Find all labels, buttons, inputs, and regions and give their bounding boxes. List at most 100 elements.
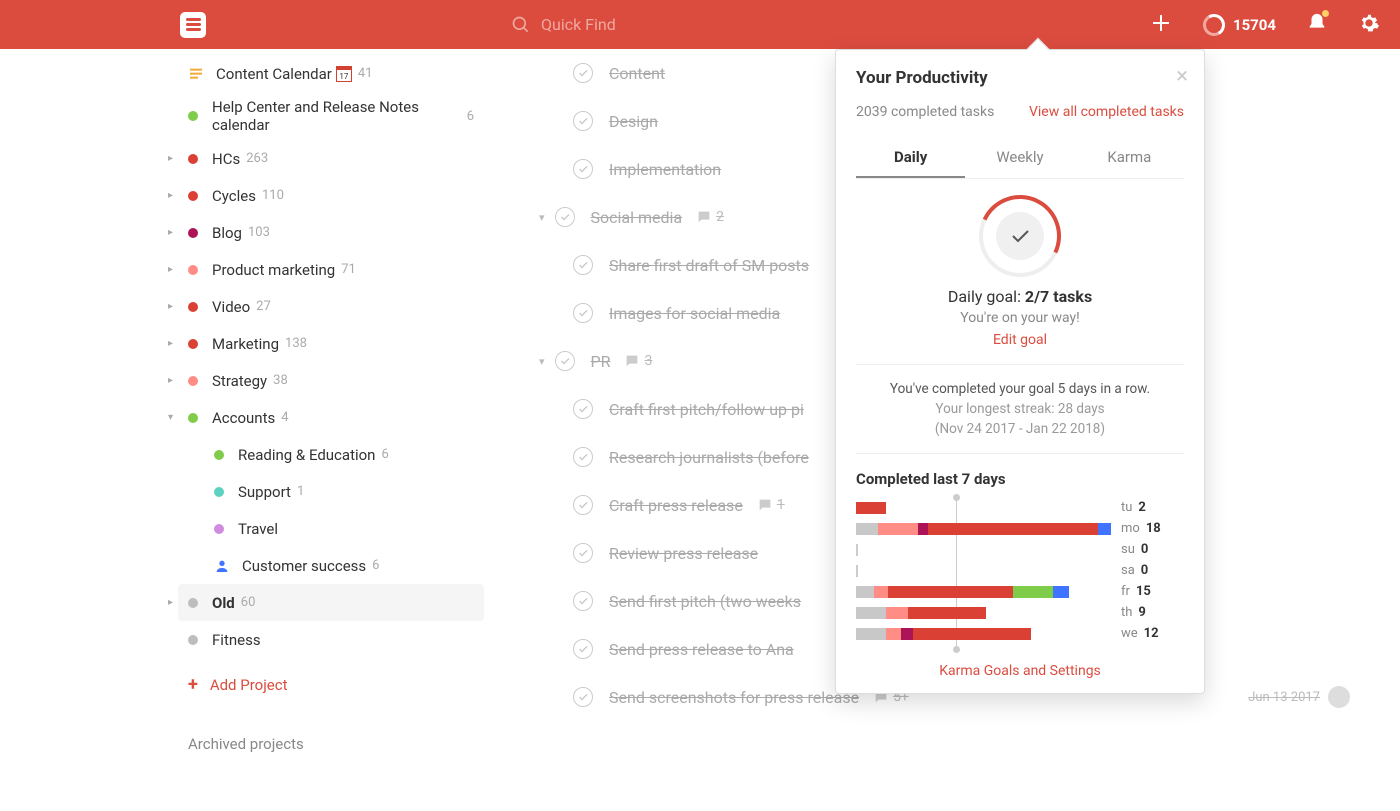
add-task-button[interactable]: [1149, 11, 1173, 39]
comment-count[interactable]: 2: [696, 209, 724, 225]
chevron-right-icon: ▸: [168, 153, 173, 164]
archived-projects-link[interactable]: Archived projects: [178, 705, 484, 783]
chevron-down-icon[interactable]: ▾: [539, 211, 545, 224]
chevron-right-icon: ▸: [168, 338, 173, 349]
chart-day-label: we: [1121, 626, 1138, 641]
tab-weekly[interactable]: Weekly: [965, 138, 1074, 178]
project-count: 71: [341, 262, 356, 277]
task-label: Share first draft of SM posts: [609, 256, 809, 275]
productivity-popover: Your Productivity × 2039 completed tasks…: [835, 49, 1205, 694]
task-checkbox[interactable]: [573, 495, 593, 515]
sidebar: Content Calendar1741Help Center and Rele…: [0, 49, 484, 811]
task-label: Craft first pitch/follow up pi: [609, 400, 804, 419]
sidebar-item-help-center-and-release-notes-calendar[interactable]: Help Center and Release Notes calendar6: [178, 92, 484, 140]
chart-bar-row: fr15: [856, 584, 1184, 599]
project-label: Marketing: [212, 335, 279, 353]
list-icon: [188, 66, 204, 82]
sidebar-item-accounts[interactable]: ▾Accounts4: [178, 399, 484, 436]
sidebar-item-blog[interactable]: ▸Blog103: [178, 214, 484, 251]
completed-chart: tu2mo18su0sa0fr15th9we12: [856, 498, 1184, 649]
task-date: Jun 13 2017: [1248, 690, 1320, 705]
chart-bar-row: tu2: [856, 500, 1184, 515]
project-label: Strategy: [212, 372, 267, 390]
task-checkbox[interactable]: [573, 63, 593, 83]
project-count: 138: [285, 336, 307, 351]
sidebar-item-strategy[interactable]: ▸Strategy38: [178, 362, 484, 399]
project-color-dot: [188, 265, 198, 275]
chart-day-value: 0: [1141, 563, 1148, 578]
chart-day-value: 18: [1146, 521, 1161, 536]
project-label: Blog: [212, 224, 242, 242]
chart-day-label: sa: [1121, 563, 1135, 578]
chart-bar-row: mo18: [856, 521, 1184, 536]
sidebar-item-fitness[interactable]: Fitness: [178, 621, 484, 658]
chevron-right-icon: ▸: [168, 375, 173, 386]
sidebar-item-customer-success[interactable]: Customer success6: [178, 547, 484, 584]
sidebar-item-cycles[interactable]: ▸Cycles110: [178, 177, 484, 214]
settings-button[interactable]: [1358, 12, 1380, 38]
search-icon: [511, 15, 531, 35]
task-checkbox[interactable]: [573, 543, 593, 563]
search-box[interactable]: Quick Find: [511, 15, 616, 35]
tab-karma[interactable]: Karma: [1075, 138, 1184, 178]
project-label: Reading & Education: [238, 446, 375, 464]
sidebar-item-product-marketing[interactable]: ▸Product marketing71: [178, 251, 484, 288]
task-checkbox[interactable]: [573, 255, 593, 275]
chart-day-value: 12: [1144, 626, 1159, 641]
edit-goal-link[interactable]: Edit goal: [856, 332, 1184, 348]
project-color-dot: [188, 302, 198, 312]
project-count: 60: [241, 595, 256, 610]
project-count: 6: [372, 558, 379, 573]
task-checkbox[interactable]: [573, 159, 593, 179]
search-placeholder: Quick Find: [541, 15, 616, 34]
chart-bar-row: su0: [856, 542, 1184, 557]
task-label: Design: [609, 112, 658, 131]
task-label: Send first pitch (two weeks: [609, 592, 801, 611]
task-label: Implementation: [609, 160, 721, 179]
comment-count[interactable]: 1: [757, 497, 785, 513]
sidebar-item-content-calendar[interactable]: Content Calendar1741: [178, 55, 484, 92]
project-label: Old: [212, 594, 235, 612]
task-label: Review press release: [609, 544, 758, 563]
view-all-link[interactable]: View all completed tasks: [1029, 104, 1184, 120]
karma-button[interactable]: 15704: [1203, 14, 1276, 36]
task-checkbox[interactable]: [573, 303, 593, 323]
sidebar-item-marketing[interactable]: ▸Marketing138: [178, 325, 484, 362]
task-checkbox[interactable]: [573, 687, 593, 707]
plus-icon: +: [188, 674, 198, 695]
project-color-dot: [214, 487, 224, 497]
karma-points: 15704: [1233, 16, 1276, 34]
chart-day-label: fr: [1121, 584, 1130, 599]
sidebar-item-video[interactable]: ▸Video27: [178, 288, 484, 325]
task-checkbox[interactable]: [573, 591, 593, 611]
task-checkbox[interactable]: [573, 111, 593, 131]
chart-day-value: 9: [1138, 605, 1145, 620]
chevron-down-icon[interactable]: ▾: [539, 355, 545, 368]
chevron-right-icon: ▸: [168, 597, 173, 608]
sidebar-item-reading-education[interactable]: Reading & Education6: [178, 436, 484, 473]
comment-count[interactable]: 3: [624, 353, 652, 369]
chart-day-label: tu: [1121, 500, 1132, 515]
task-checkbox[interactable]: [555, 351, 575, 371]
karma-settings-link[interactable]: Karma Goals and Settings: [856, 663, 1184, 679]
chart-day-label: su: [1121, 542, 1135, 557]
close-button[interactable]: ×: [1176, 64, 1188, 89]
task-checkbox[interactable]: [555, 207, 575, 227]
notifications-button[interactable]: [1306, 12, 1328, 38]
project-color-dot: [188, 413, 198, 423]
task-label: Content: [609, 64, 665, 83]
sidebar-item-old[interactable]: ▸Old60: [178, 584, 484, 621]
task-checkbox[interactable]: [573, 399, 593, 419]
todoist-logo[interactable]: [180, 12, 206, 38]
task-checkbox[interactable]: [573, 447, 593, 467]
app-header: Quick Find 15704: [0, 0, 1400, 49]
sidebar-item-hcs[interactable]: ▸HCs263: [178, 140, 484, 177]
sidebar-item-support[interactable]: Support1: [178, 473, 484, 510]
project-count: 263: [246, 151, 268, 166]
sidebar-item-travel[interactable]: Travel: [178, 510, 484, 547]
add-project-button[interactable]: +Add Project: [178, 664, 484, 705]
goal-text: Daily goal: 2/7 tasks: [856, 287, 1184, 306]
task-checkbox[interactable]: [573, 639, 593, 659]
tab-daily[interactable]: Daily: [856, 138, 965, 178]
project-label: Product marketing: [212, 261, 335, 279]
